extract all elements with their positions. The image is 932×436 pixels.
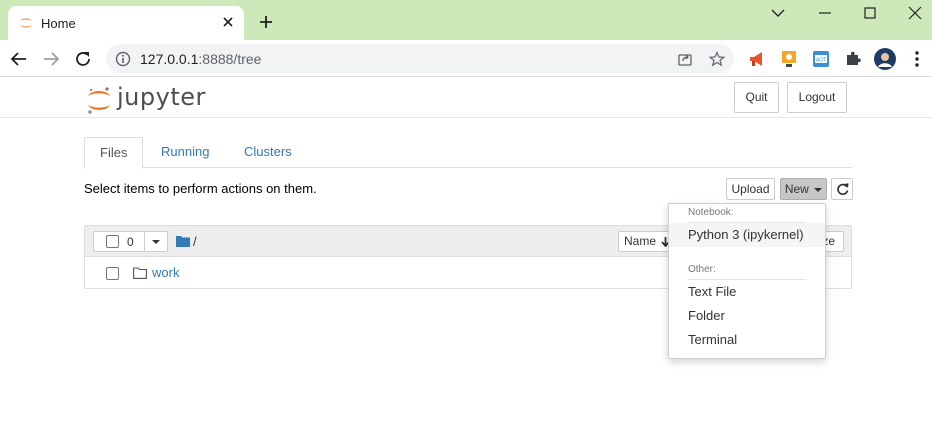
info-icon[interactable] xyxy=(115,51,131,67)
url-host: 127.0.0.1 xyxy=(140,51,199,67)
refresh-button[interactable] xyxy=(831,178,853,200)
jupyter-header: jupyter Quit Logout xyxy=(0,77,932,118)
refresh-icon xyxy=(837,183,849,195)
reload-icon[interactable] xyxy=(74,50,92,68)
sort-by-name-button[interactable]: Name xyxy=(618,231,674,252)
select-all-control[interactable]: 0 xyxy=(93,231,145,252)
folder-link-work[interactable]: work xyxy=(152,265,179,280)
tab-running[interactable]: Running xyxy=(146,137,224,168)
browser-tab-strip: Home xyxy=(0,0,932,40)
megaphone-extension-icon[interactable] xyxy=(747,49,767,69)
url-path: :8888/tree xyxy=(198,51,262,67)
translate-extension-icon[interactable]: AOT xyxy=(811,49,831,69)
jupyter-logo-text: jupyter xyxy=(117,83,206,111)
other-section-header: Other: xyxy=(688,264,716,275)
jupyter-logo-icon xyxy=(88,87,110,114)
caret-down-icon xyxy=(152,240,160,244)
close-icon[interactable] xyxy=(220,14,236,30)
notebook-section-header: Notebook: xyxy=(688,207,734,218)
browser-tab-home[interactable]: Home xyxy=(8,6,244,40)
tab-files[interactable]: Files xyxy=(84,137,144,169)
tab-title: Home xyxy=(41,16,76,31)
browser-toolbar: 127.0.0.1:8888/tree AOT xyxy=(0,40,932,77)
new-dropdown-menu: Notebook: Python 3 (ipykernel) Other: Te… xyxy=(668,203,826,359)
star-icon[interactable] xyxy=(709,51,725,67)
profile-avatar[interactable] xyxy=(874,48,896,70)
new-button-label: New xyxy=(784,182,809,196)
plus-icon[interactable] xyxy=(258,14,274,30)
tab-clusters[interactable]: Clusters xyxy=(229,137,307,168)
main-tabs: Files Running Clusters xyxy=(84,137,852,169)
select-all-checkbox[interactable] xyxy=(106,235,119,248)
select-dropdown-button[interactable] xyxy=(144,231,168,252)
row-checkbox[interactable] xyxy=(106,267,119,280)
url-text: 127.0.0.1:8888/tree xyxy=(140,51,261,67)
menu-item-text-file[interactable]: Text File xyxy=(669,280,825,304)
svg-text:AOT: AOT xyxy=(816,58,827,64)
share-icon[interactable] xyxy=(677,51,693,67)
menu-item-terminal[interactable]: Terminal xyxy=(669,328,825,352)
menu-item-folder[interactable]: Folder xyxy=(669,304,825,328)
folder-icon xyxy=(133,267,147,279)
forward-arrow-icon[interactable] xyxy=(42,50,60,68)
sort-name-label: Name xyxy=(624,234,657,248)
quit-button[interactable]: Quit xyxy=(734,82,779,113)
breadcrumb[interactable]: / xyxy=(193,234,197,249)
selected-count: 0 xyxy=(127,235,134,249)
menu-item-python3-kernel[interactable]: Python 3 (ipykernel) xyxy=(669,223,825,247)
minimize-icon[interactable] xyxy=(817,5,833,21)
jupyter-logo[interactable]: jupyter xyxy=(86,81,205,115)
back-arrow-icon[interactable] xyxy=(10,50,28,68)
caret-down-icon xyxy=(814,187,823,192)
chevron-down-icon[interactable] xyxy=(770,5,786,21)
address-bar[interactable]: 127.0.0.1:8888/tree xyxy=(106,44,734,73)
new-button[interactable]: New xyxy=(780,178,827,200)
jupyter-favicon xyxy=(20,18,32,28)
puzzle-icon[interactable] xyxy=(843,49,863,69)
window-close-icon[interactable] xyxy=(907,5,923,21)
upload-button[interactable]: Upload xyxy=(726,178,775,200)
folder-icon[interactable] xyxy=(176,235,190,247)
selection-message: Select items to perform actions on them. xyxy=(84,181,317,196)
maximize-icon[interactable] xyxy=(862,5,878,21)
speaker-extension-icon[interactable] xyxy=(779,49,799,69)
logout-button[interactable]: Logout xyxy=(787,82,847,113)
kebab-menu-icon[interactable] xyxy=(907,49,927,69)
